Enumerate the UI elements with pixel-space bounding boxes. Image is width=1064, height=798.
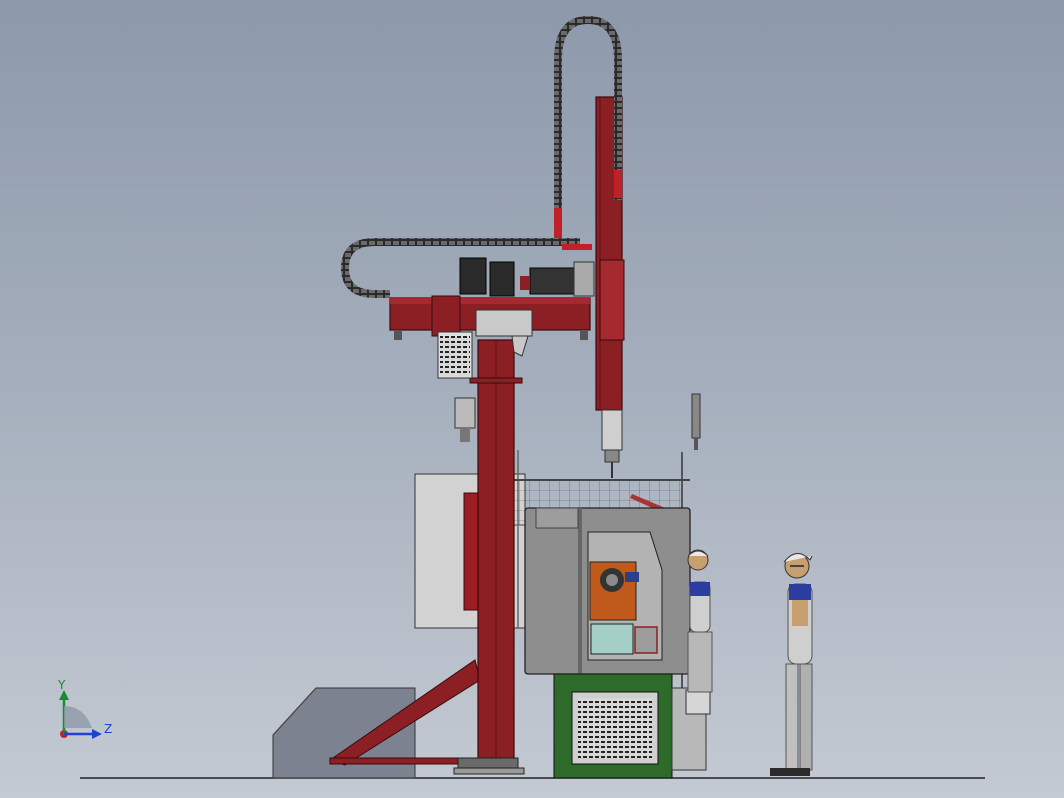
robot-loader-model[interactable]	[0, 0, 1064, 798]
y-axis-label: Y	[58, 678, 66, 692]
servo-motors	[459, 257, 595, 297]
coordinate-triad	[59, 690, 102, 739]
z-axis-label: Z	[104, 722, 113, 736]
cnc-lathe	[524, 507, 691, 675]
operator-figure-rear	[687, 549, 713, 693]
operator-figure-front	[770, 553, 813, 776]
horizontal-beam	[389, 295, 591, 340]
signal-tower	[691, 393, 701, 450]
cad-viewport[interactable]: Y Z	[0, 0, 1064, 798]
lathe-base	[553, 673, 711, 779]
